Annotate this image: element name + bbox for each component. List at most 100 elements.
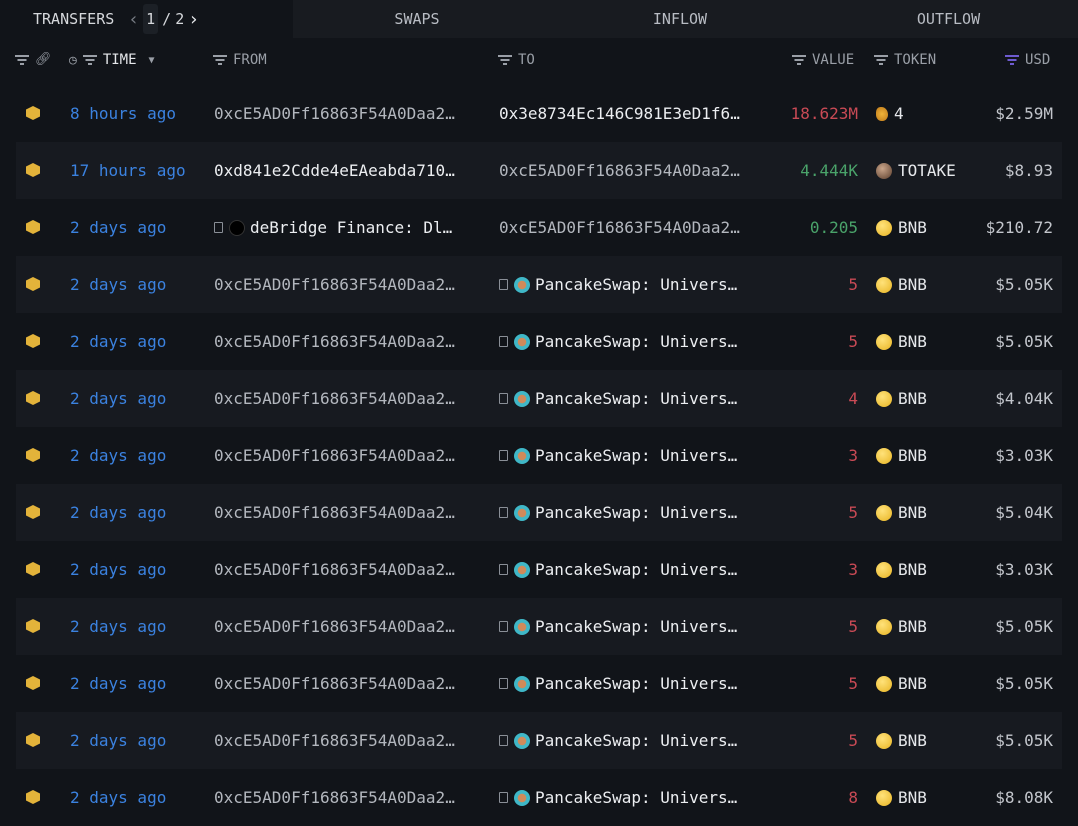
from-address[interactable]: 0xcE5AD0Ff16863F54A0Daa2… xyxy=(214,313,455,370)
filter-icon[interactable] xyxy=(498,55,512,65)
from-address[interactable]: 0xcE5AD0Ff16863F54A0Daa2… xyxy=(214,85,455,142)
to-address[interactable]: PancakeSwap: Univers… xyxy=(499,313,737,370)
table-row[interactable]: 2 days ago 0xcE5AD0Ff16863F54A0Daa2… Panca… xyxy=(16,598,1062,655)
table-row[interactable]: 2 days ago 0xcE5AD0Ff16863F54A0Daa2… Panca… xyxy=(16,541,1062,598)
from-address[interactable]: 0xcE5AD0Ff16863F54A0Daa2… xyxy=(214,256,455,313)
to-label: 0xcE5AD0Ff16863F54A0Daa2… xyxy=(499,218,740,237)
from-address[interactable]: 0xcE5AD0Ff16863F54A0Daa2… xyxy=(214,484,455,541)
to-label: 0xcE5AD0Ff16863F54A0Daa2… xyxy=(499,161,740,180)
token[interactable]: BNB xyxy=(876,712,927,769)
token[interactable]: BNB xyxy=(876,655,927,712)
time-link[interactable]: 17 hours ago xyxy=(70,142,186,199)
to-address[interactable]: 0xcE5AD0Ff16863F54A0Daa2… xyxy=(499,142,740,199)
from-address[interactable]: 0xcE5AD0Ff16863F54A0Daa2… xyxy=(214,712,455,769)
token[interactable]: BNB xyxy=(876,199,927,256)
to-address[interactable]: PancakeSwap: Univers… xyxy=(499,541,737,598)
tab-transfers[interactable]: TRANSFERS ‹ 1 / 2 › xyxy=(0,0,293,38)
time-link[interactable]: 2 days ago xyxy=(70,541,166,598)
table-row[interactable]: 2 days ago 0xcE5AD0Ff16863F54A0Daa2… Panca… xyxy=(16,484,1062,541)
chevron-left-icon[interactable]: ‹ xyxy=(128,9,139,30)
time-link[interactable]: 8 hours ago xyxy=(70,85,176,142)
token[interactable]: BNB xyxy=(876,484,927,541)
to-address[interactable]: PancakeSwap: Univers… xyxy=(499,598,737,655)
usd-value: $5.05K xyxy=(995,617,1053,636)
to-address[interactable]: PancakeSwap: Univers… xyxy=(499,769,737,826)
time-link[interactable]: 2 days ago xyxy=(70,370,166,427)
header-value[interactable]: VALUE xyxy=(792,52,854,68)
contract-icon xyxy=(499,450,508,461)
token[interactable]: BNB xyxy=(876,370,927,427)
pancakeswap-logo-icon xyxy=(514,675,530,692)
link-icon[interactable]: 🔗︎ xyxy=(35,52,52,67)
token-symbol: BNB xyxy=(898,731,927,750)
table-row[interactable]: 2 days ago 0xcE5AD0Ff16863F54A0Daa2… Panca… xyxy=(16,712,1062,769)
value: 8 xyxy=(848,788,858,807)
from-address[interactable]: deBridge Finance: Dl… xyxy=(214,199,452,256)
header-to[interactable]: TO xyxy=(498,52,535,68)
from-address[interactable]: 0xcE5AD0Ff16863F54A0Daa2… xyxy=(214,541,455,598)
filter-icon[interactable] xyxy=(874,55,888,65)
time-link[interactable]: 2 days ago xyxy=(70,484,166,541)
from-address[interactable]: 0xcE5AD0Ff16863F54A0Daa2… xyxy=(214,655,455,712)
token[interactable]: BNB xyxy=(876,598,927,655)
header-usd[interactable]: USD xyxy=(1005,52,1050,68)
table-row[interactable]: 17 hours ago 0xd841e2Cdde4eEAeabda710… 0xc… xyxy=(16,142,1062,199)
to-address[interactable]: PancakeSwap: Univers… xyxy=(499,655,737,712)
page-current[interactable]: 1 xyxy=(143,4,159,34)
time-link[interactable]: 2 days ago xyxy=(70,199,166,256)
token[interactable]: TOTAKE xyxy=(876,142,956,199)
token[interactable]: BNB xyxy=(876,313,927,370)
contract-icon xyxy=(499,735,508,746)
tab-inflow[interactable]: INFLOW xyxy=(541,0,819,38)
filter-icon[interactable] xyxy=(213,55,227,65)
filter-icon[interactable] xyxy=(1005,55,1019,65)
table-row[interactable]: 2 days ago 0xcE5AD0Ff16863F54A0Daa2… Panca… xyxy=(16,655,1062,712)
filter-icon[interactable] xyxy=(82,55,97,65)
table-row[interactable]: 8 hours ago 0xcE5AD0Ff16863F54A0Daa2… 0x3e… xyxy=(16,85,1062,142)
table-row[interactable]: 2 days ago 0xcE5AD0Ff16863F54A0Daa2… Panca… xyxy=(16,769,1062,826)
time-link[interactable]: 2 days ago xyxy=(70,712,166,769)
header-from[interactable]: FROM xyxy=(213,52,267,68)
time-link[interactable]: 2 days ago xyxy=(70,655,166,712)
from-address[interactable]: 0xcE5AD0Ff16863F54A0Daa2… xyxy=(214,370,455,427)
table-row[interactable]: 2 days ago deBridge Finance: Dl… 0xcE5AD0F… xyxy=(16,199,1062,256)
to-address[interactable]: PancakeSwap: Univers… xyxy=(499,712,737,769)
table-row[interactable]: 2 days ago 0xcE5AD0Ff16863F54A0Daa2… Panca… xyxy=(16,427,1062,484)
chevron-right-icon[interactable]: › xyxy=(188,9,199,30)
table-row[interactable]: 2 days ago 0xcE5AD0Ff16863F54A0Daa2… Panca… xyxy=(16,370,1062,427)
time-link[interactable]: 2 days ago xyxy=(70,427,166,484)
caret-down-icon[interactable]: ▼ xyxy=(149,55,155,66)
token[interactable]: 4 xyxy=(876,85,904,142)
token[interactable]: BNB xyxy=(876,769,927,826)
table-row[interactable]: 2 days ago 0xcE5AD0Ff16863F54A0Daa2… Panca… xyxy=(16,313,1062,370)
to-address[interactable]: PancakeSwap: Univers… xyxy=(499,427,737,484)
time-link[interactable]: 2 days ago xyxy=(70,313,166,370)
time-link[interactable]: 2 days ago xyxy=(70,256,166,313)
table-row[interactable]: 2 days ago 0xcE5AD0Ff16863F54A0Daa2… Panca… xyxy=(16,256,1062,313)
to-address[interactable]: PancakeSwap: Univers… xyxy=(499,484,737,541)
time-link[interactable]: 2 days ago xyxy=(70,769,166,826)
tab-outflow[interactable]: OUTFLOW xyxy=(819,0,1078,38)
from-address[interactable]: 0xcE5AD0Ff16863F54A0Daa2… xyxy=(214,427,455,484)
from-address[interactable]: 0xcE5AD0Ff16863F54A0Daa2… xyxy=(214,769,455,826)
tab-swaps[interactable]: SWAPS xyxy=(293,0,541,38)
time-link[interactable]: 2 days ago xyxy=(70,598,166,655)
to-address[interactable]: PancakeSwap: Univers… xyxy=(499,256,737,313)
to-address[interactable]: 0x3e8734Ec146C981E3eD1f6… xyxy=(499,85,740,142)
usd-value: $3.03K xyxy=(995,446,1053,465)
header-token[interactable]: TOKEN xyxy=(874,52,936,68)
filter-icon[interactable] xyxy=(792,55,806,65)
filter-icon[interactable] xyxy=(15,54,29,65)
usd-value: $4.04K xyxy=(995,389,1053,408)
to-address[interactable]: 0xcE5AD0Ff16863F54A0Daa2… xyxy=(499,199,740,256)
header-usd-label: USD xyxy=(1025,52,1051,68)
token[interactable]: BNB xyxy=(876,256,927,313)
to-address[interactable]: PancakeSwap: Univers… xyxy=(499,370,737,427)
from-address[interactable]: 0xcE5AD0Ff16863F54A0Daa2… xyxy=(214,598,455,655)
tab-transfers-label: TRANSFERS xyxy=(33,10,115,28)
token[interactable]: BNB xyxy=(876,541,927,598)
header-time[interactable]: ◷ TIME ▼ xyxy=(69,52,155,68)
token[interactable]: BNB xyxy=(876,427,927,484)
filter-chain[interactable]: 🔗︎ xyxy=(15,52,52,67)
from-address[interactable]: 0xd841e2Cdde4eEAeabda710… xyxy=(214,142,455,199)
